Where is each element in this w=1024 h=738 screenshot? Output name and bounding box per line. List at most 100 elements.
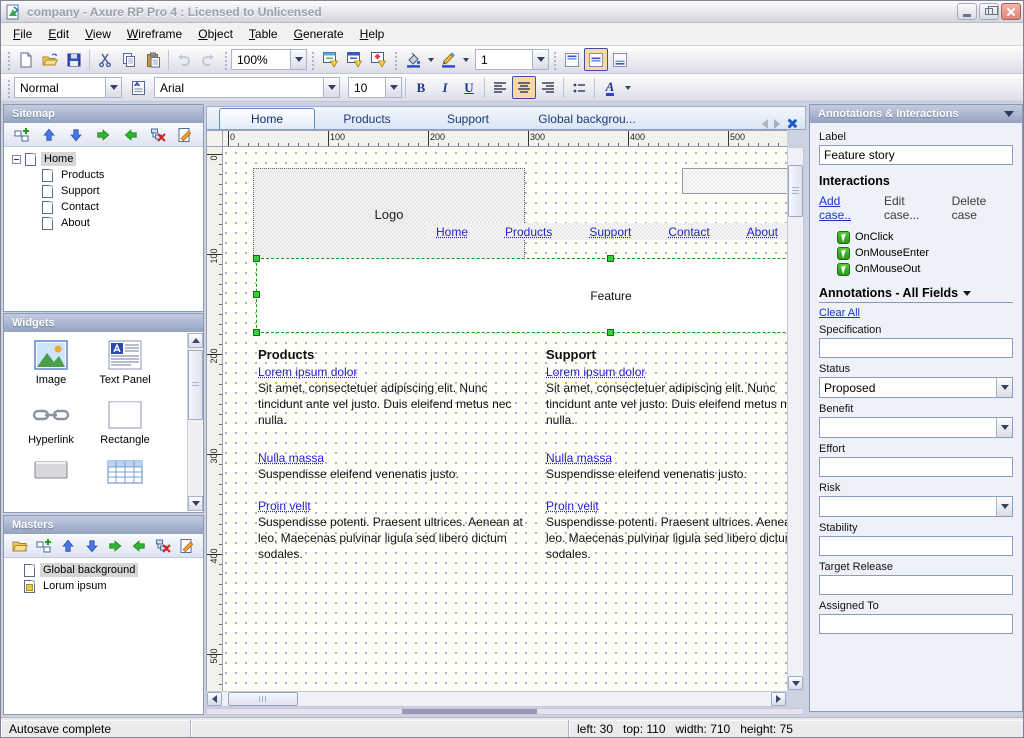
align-right-button[interactable]: [536, 76, 560, 99]
italic-button[interactable]: I: [433, 76, 457, 99]
outdent-button[interactable]: [130, 537, 148, 555]
tab-scroll-left-icon[interactable]: [762, 119, 768, 129]
scrollbar-thumb[interactable]: [228, 692, 298, 706]
tab-support[interactable]: Support: [419, 108, 517, 129]
annotations-header[interactable]: Annotations & Interactions: [810, 105, 1022, 123]
wireframe-link[interactable]: Proin velit: [546, 498, 599, 514]
menu-wireframe[interactable]: Wireframe: [119, 24, 190, 44]
indent-button[interactable]: [106, 537, 124, 555]
generate-html-button[interactable]: [318, 48, 342, 71]
generate-prototype-button[interactable]: [366, 48, 390, 71]
align-center-button[interactable]: [512, 76, 536, 99]
logo-placeholder-widget[interactable]: Logo: [253, 168, 525, 261]
panel-menu-icon[interactable]: [1004, 111, 1014, 117]
support-text-widget[interactable]: Support Lorem ipsum dolor Sit amet, cons…: [546, 347, 787, 562]
fill-color-button[interactable]: [401, 48, 425, 71]
valign-middle-button[interactable]: [584, 48, 608, 71]
style-combobox[interactable]: Normal: [14, 77, 122, 98]
generate-word-button[interactable]: [342, 48, 366, 71]
open-button[interactable]: [38, 48, 62, 71]
stability-input[interactable]: [819, 536, 1013, 556]
style-dropdown-button[interactable]: [105, 78, 121, 97]
search-box-widget[interactable]: [682, 168, 787, 194]
menu-file[interactable]: File: [5, 24, 40, 44]
event-onmouseenter[interactable]: OnMouseEnter: [837, 245, 1013, 261]
line-width-combobox[interactable]: 1: [475, 49, 549, 70]
wireframe-canvas[interactable]: Logo Home Products Support Contact About…: [223, 147, 787, 691]
new-folder-button[interactable]: [11, 537, 29, 555]
nav-menu-widget[interactable]: Home Products Support Contact About: [426, 223, 787, 240]
scrollbar-thumb[interactable]: [402, 709, 537, 714]
sitemap-item-products[interactable]: Products: [6, 167, 201, 183]
zoom-combobox[interactable]: 100%: [231, 49, 307, 70]
save-button[interactable]: [62, 48, 86, 71]
bullet-list-button[interactable]: [567, 76, 591, 99]
widget-hyperlink[interactable]: Hyperlink: [14, 400, 88, 446]
edit-page-button[interactable]: [176, 126, 194, 144]
scroll-right-button[interactable]: [771, 692, 786, 706]
benefit-dropdown-button[interactable]: [996, 418, 1012, 437]
minimize-button[interactable]: [957, 3, 977, 20]
clear-all-link[interactable]: Clear All: [819, 307, 860, 319]
add-master-button[interactable]: [35, 537, 53, 555]
tab-home[interactable]: Home: [219, 108, 315, 129]
nav-link-contact[interactable]: Contact: [668, 225, 709, 239]
font-size-combobox[interactable]: 10: [348, 77, 402, 98]
assigned-to-input[interactable]: [819, 614, 1013, 634]
menu-help[interactable]: Help: [352, 24, 393, 44]
feature-widget-selected[interactable]: Feature: [256, 258, 787, 333]
risk-select[interactable]: [819, 496, 1013, 517]
close-button[interactable]: [1001, 3, 1021, 20]
move-down-button[interactable]: [83, 537, 101, 555]
delete-page-button[interactable]: [149, 126, 167, 144]
edit-styles-button[interactable]: [126, 76, 150, 99]
wireframe-link[interactable]: Nulla massa: [546, 450, 612, 466]
add-page-button[interactable]: [13, 126, 31, 144]
scroll-left-button[interactable]: [207, 692, 222, 706]
tab-global-background[interactable]: Global backgrou...: [517, 108, 657, 129]
line-color-button[interactable]: [436, 48, 460, 71]
bold-button[interactable]: B: [409, 76, 433, 99]
resize-handle-bottom-center[interactable]: [607, 329, 614, 336]
canvas-horizontal-scrollbar[interactable]: [206, 691, 787, 707]
nav-link-about[interactable]: About: [747, 225, 778, 239]
products-text-widget[interactable]: Products Lorem ipsum dolor Sit amet, con…: [258, 347, 528, 562]
valign-top-button[interactable]: [560, 48, 584, 71]
move-up-button[interactable]: [59, 537, 77, 555]
resize-handle-bottom-left[interactable]: [253, 329, 260, 336]
nav-link-support[interactable]: Support: [589, 225, 631, 239]
undo-button[interactable]: [172, 48, 196, 71]
redo-button[interactable]: [196, 48, 220, 71]
master-item-lorum-ipsum[interactable]: Lorum ipsum: [6, 578, 201, 594]
line-color-dropdown[interactable]: [460, 48, 471, 71]
menu-generate[interactable]: Generate: [286, 24, 352, 44]
underline-button[interactable]: U: [457, 76, 481, 99]
widget-text-panel[interactable]: Text Panel: [88, 340, 162, 386]
widget-image[interactable]: Image: [14, 340, 88, 386]
benefit-select[interactable]: [819, 417, 1013, 438]
cut-button[interactable]: [93, 48, 117, 71]
widget-button[interactable]: [14, 460, 88, 484]
wireframe-link[interactable]: Proin velit: [258, 498, 311, 514]
effort-input[interactable]: [819, 457, 1013, 477]
status-select[interactable]: Proposed: [819, 377, 1013, 398]
sitemap-item-home[interactable]: Home: [6, 151, 201, 167]
scroll-up-button[interactable]: [188, 333, 203, 348]
line-width-dropdown-button[interactable]: [532, 50, 548, 69]
wireframe-link[interactable]: Nulla massa: [258, 450, 324, 466]
nav-link-home[interactable]: Home: [436, 225, 468, 239]
widgets-scrollbar[interactable]: [187, 333, 202, 511]
sitemap-item-about[interactable]: About: [6, 215, 201, 231]
scrollbar-thumb[interactable]: [188, 350, 203, 420]
delete-case-link[interactable]: Delete case: [952, 194, 1013, 222]
font-dropdown-button[interactable]: [323, 78, 339, 97]
menu-object[interactable]: Object: [190, 24, 241, 44]
widget-table[interactable]: [88, 460, 162, 484]
resize-handle-top-center[interactable]: [607, 255, 614, 262]
scrollbar-thumb[interactable]: [788, 165, 803, 217]
master-item-global-background[interactable]: Global background: [6, 562, 201, 578]
outer-horizontal-scrollbar[interactable]: [206, 708, 804, 715]
fill-color-dropdown[interactable]: [425, 48, 436, 71]
nav-link-products[interactable]: Products: [505, 225, 552, 239]
move-down-button[interactable]: [67, 126, 85, 144]
